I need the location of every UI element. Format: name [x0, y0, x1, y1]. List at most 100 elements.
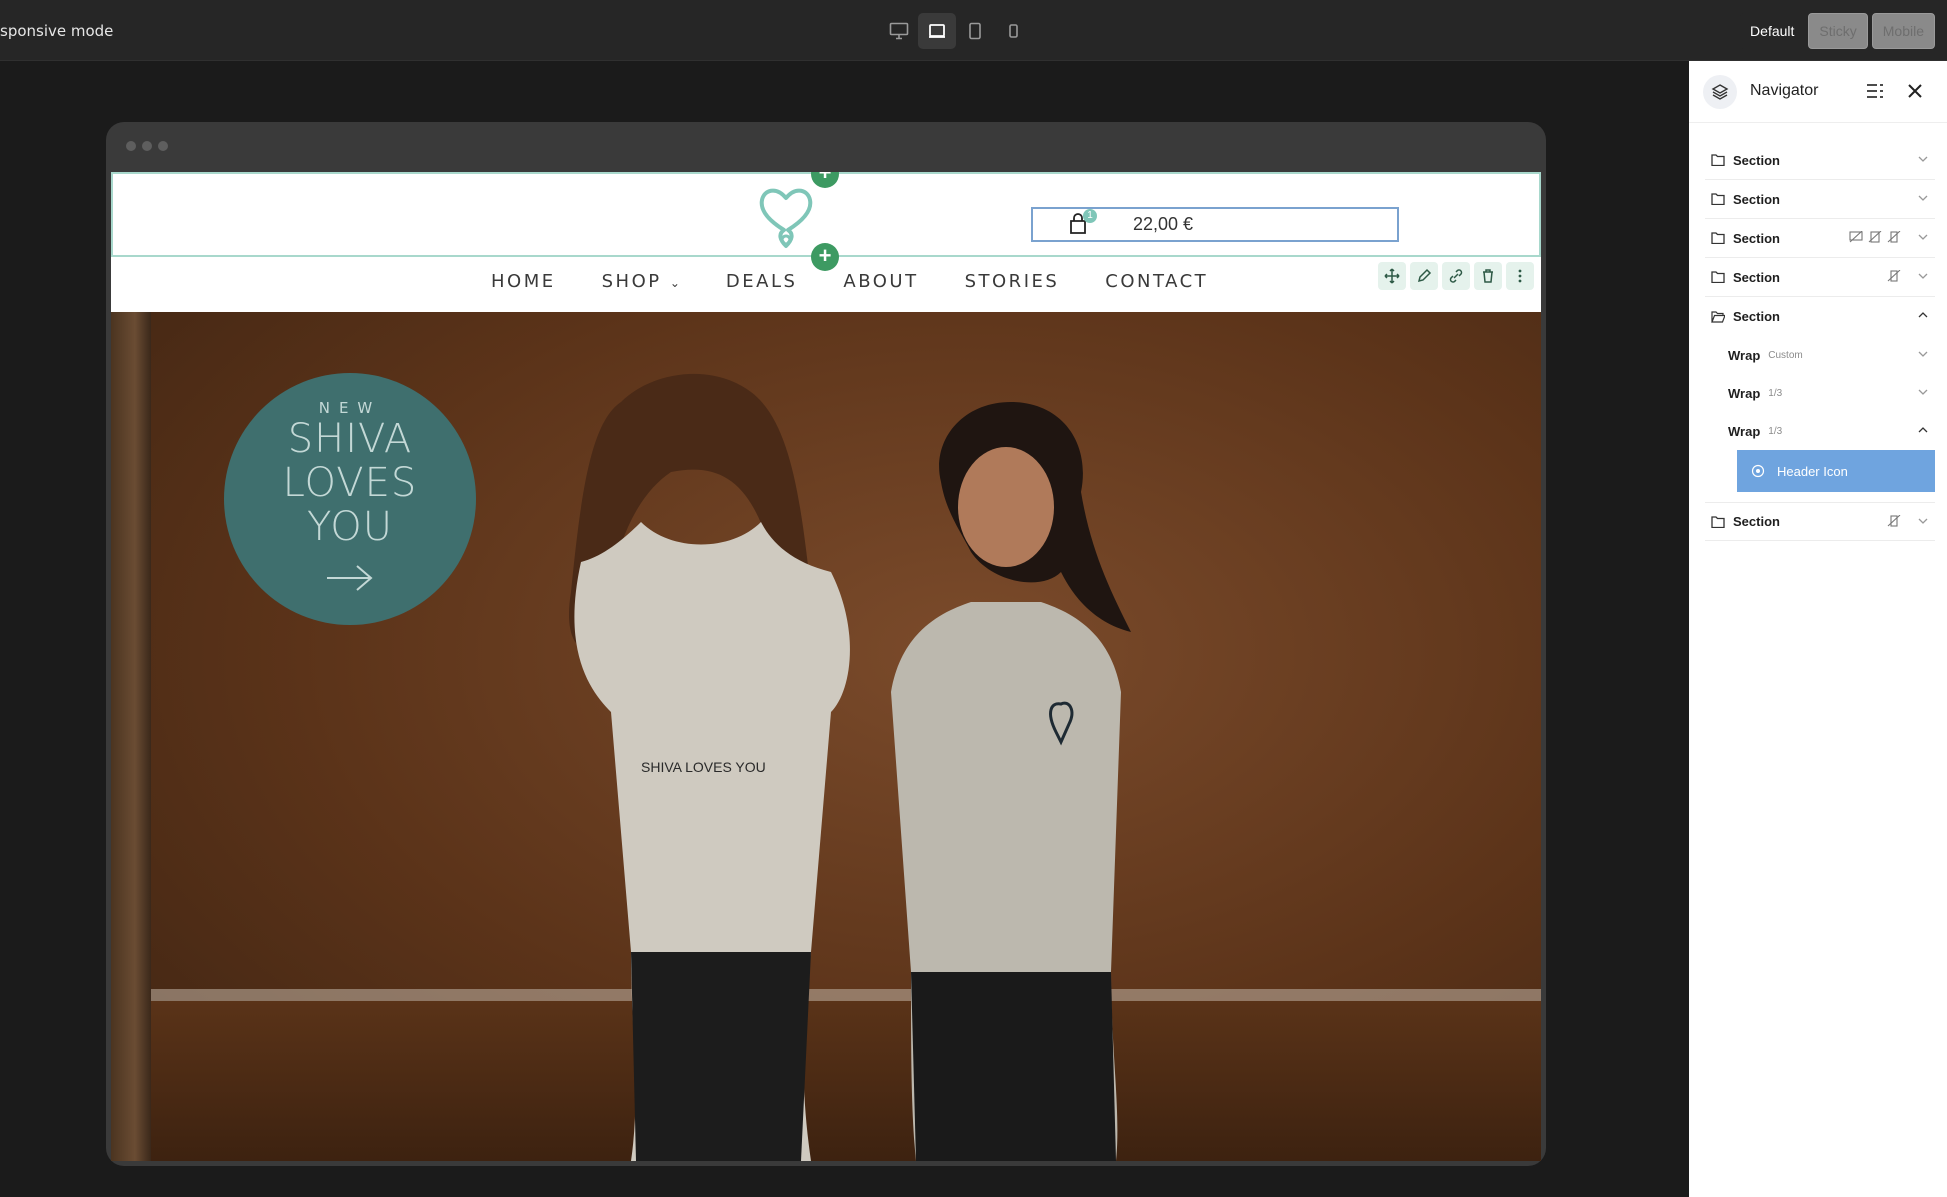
tree-row-wrap[interactable]: Wrap Custom — [1705, 336, 1935, 374]
chevron-up-icon[interactable] — [1917, 309, 1929, 321]
tree-row-label: Header Icon — [1777, 463, 1848, 479]
wrap-width-tag: Custom — [1768, 349, 1803, 361]
tree-row-label: Section — [1733, 152, 1780, 168]
tree-row-section[interactable]: Section — [1705, 180, 1935, 219]
tree-row-label: Section — [1733, 230, 1780, 246]
layers-icon — [1703, 75, 1737, 109]
mobile-state-button[interactable]: Mobile — [1871, 13, 1935, 49]
tree-row-label: Section — [1733, 514, 1780, 529]
navigator-tree: Section Section Section Section Section … — [1705, 141, 1935, 541]
nav-about[interactable]: ABOUT — [843, 271, 918, 292]
edit-button[interactable] — [1410, 262, 1438, 290]
navigator-header: Navigator — [1689, 61, 1947, 123]
hero-section[interactable]: SHIVA LOVES YOU NEW SHIVA LOVES YOU — [111, 312, 1541, 1161]
folder-open-icon — [1711, 310, 1725, 323]
state-switcher: Default Sticky Mobile — [1740, 13, 1935, 49]
tablet-icon — [969, 22, 981, 40]
hero-photo: SHIVA LOVES YOU — [568, 373, 1131, 1161]
tree-row-label: Wrap — [1728, 385, 1761, 401]
tree-row-header-icon-selected[interactable]: Header Icon — [1737, 450, 1935, 492]
chevron-down-icon: ⌄ — [669, 276, 680, 290]
more-options-button[interactable] — [1506, 262, 1534, 290]
arrow-right-icon — [224, 563, 476, 598]
delete-button[interactable] — [1474, 262, 1502, 290]
tree-row-section[interactable]: Section — [1705, 219, 1935, 258]
tree-row-section-open[interactable]: Section — [1705, 297, 1935, 336]
device-switcher — [880, 13, 1032, 49]
duplicate-button[interactable] — [1442, 262, 1470, 290]
chevron-down-icon[interactable] — [1917, 231, 1929, 243]
folder-icon — [1711, 271, 1725, 283]
cart-total: 22,00 € — [1133, 214, 1194, 234]
site-preview: 1 22,00 € + + HOME SHOP ⌄ DEALS ABOUT ST… — [111, 172, 1541, 1161]
default-state-button[interactable]: Default — [1740, 13, 1805, 49]
sticky-state-button[interactable]: Sticky — [1808, 13, 1868, 49]
chevron-down-icon[interactable] — [1917, 270, 1929, 282]
tree-row-wrap[interactable]: Wrap 1/3 — [1705, 374, 1935, 412]
cart-widget[interactable]: 1 22,00 € — [1031, 207, 1399, 242]
move-icon — [1384, 268, 1400, 284]
link-icon — [1449, 269, 1463, 283]
cart-count-badge: 1 — [1083, 209, 1097, 223]
shirt-print-text: SHIVA LOVES YOU — [641, 759, 766, 775]
monitor-icon — [889, 22, 909, 40]
new-collection-badge[interactable]: NEW SHIVA LOVES YOU — [224, 373, 476, 625]
nav-shop[interactable]: SHOP ⌄ — [602, 271, 680, 292]
folder-icon — [1711, 154, 1725, 166]
tree-row-wrap-open[interactable]: Wrap 1/3 — [1705, 412, 1935, 450]
add-section-below-button[interactable]: + — [811, 243, 839, 271]
tree-row-label: Wrap — [1728, 347, 1761, 363]
list-settings-icon[interactable] — [1865, 81, 1885, 101]
responsive-mode-label: sponsive mode — [0, 22, 114, 40]
hidden-mobile-icon — [1887, 515, 1901, 527]
chevron-up-icon[interactable] — [1917, 424, 1929, 436]
nav-home[interactable]: HOME — [491, 271, 556, 292]
wrap-width-tag: 1/3 — [1768, 387, 1783, 399]
close-icon[interactable] — [1907, 83, 1923, 99]
main-menu: HOME SHOP ⌄ DEALS ABOUT STORIES CONTACT — [491, 271, 1254, 292]
chevron-down-icon[interactable] — [1917, 386, 1929, 398]
nav-stories[interactable]: STORIES — [965, 271, 1060, 292]
chevron-down-icon[interactable] — [1917, 192, 1929, 204]
pencil-icon — [1417, 268, 1432, 283]
top-bar: sponsive mode Default Sticky Mobile — [0, 0, 1947, 61]
nav-shop-label: SHOP — [601, 271, 662, 292]
tree-row-label: Section — [1733, 309, 1780, 324]
tablet-device-button[interactable] — [956, 13, 994, 49]
preview-frame: 1 22,00 € + + HOME SHOP ⌄ DEALS ABOUT ST… — [106, 122, 1546, 1166]
chevron-down-icon[interactable] — [1917, 515, 1929, 527]
badge-new-text: NEW — [318, 399, 382, 417]
tree-row-section[interactable]: Section — [1705, 258, 1935, 297]
hidden-tablet-icon — [1868, 231, 1882, 243]
hidden-desktop-icon — [1849, 231, 1863, 243]
window-dots — [126, 141, 168, 151]
nav-contact[interactable]: CONTACT — [1105, 271, 1208, 292]
hidden-mobile-icon — [1887, 231, 1901, 243]
target-icon — [1751, 464, 1765, 478]
folder-icon — [1711, 193, 1725, 205]
phone-icon — [1009, 24, 1018, 38]
desktop-device-button[interactable] — [918, 13, 956, 49]
element-toolbar — [1378, 262, 1534, 290]
folder-icon — [1711, 232, 1725, 244]
heart-logo-icon[interactable] — [758, 186, 814, 257]
chevron-down-icon[interactable] — [1917, 348, 1929, 360]
desktop-large-device-button[interactable] — [880, 13, 918, 49]
trash-icon — [1483, 269, 1493, 283]
nav-deals[interactable]: DEALS — [726, 271, 798, 292]
visibility-flags — [1887, 515, 1901, 527]
badge-title-line-2: LOVES — [282, 460, 418, 506]
hidden-mobile-icon — [1887, 270, 1901, 282]
tree-row-label: Wrap — [1728, 423, 1761, 439]
wrap-width-tag: 1/3 — [1768, 425, 1783, 437]
tree-row-section[interactable]: Section — [1705, 502, 1935, 541]
tree-row-section[interactable]: Section — [1705, 141, 1935, 180]
navigator-panel: Navigator Section Section Section Sectio… — [1689, 61, 1947, 1197]
badge-title-line-1: SHIVA — [287, 416, 413, 462]
mobile-device-button[interactable] — [994, 13, 1032, 49]
visibility-flags — [1849, 231, 1901, 243]
folder-icon — [1711, 515, 1725, 528]
tree-row-label: Section — [1733, 269, 1780, 285]
chevron-down-icon[interactable] — [1917, 153, 1929, 165]
move-button[interactable] — [1378, 262, 1406, 290]
